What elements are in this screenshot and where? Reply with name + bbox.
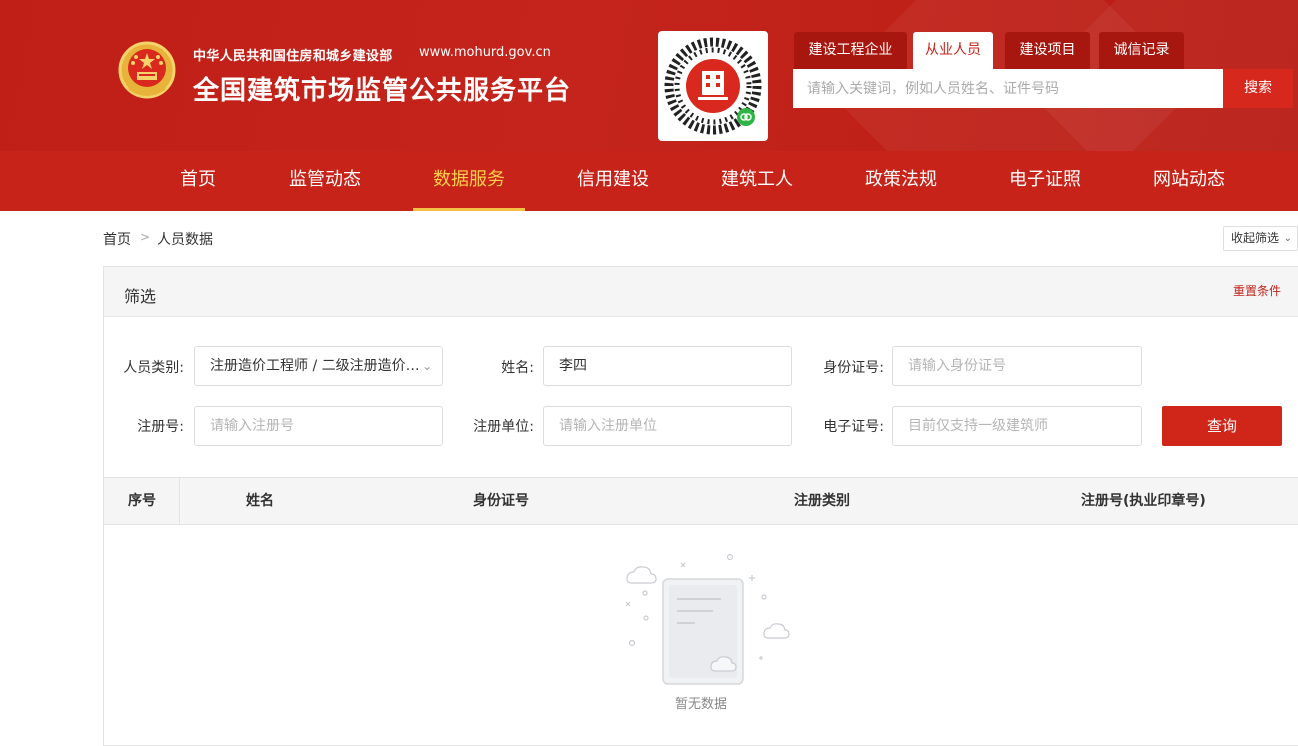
- nav-item-data-service[interactable]: 数据服务: [413, 151, 525, 211]
- search-tab-credit[interactable]: 诚信记录: [1099, 32, 1184, 69]
- nav-item-site-news[interactable]: 网站动态: [1145, 151, 1233, 211]
- reg-number-label: 注册号:: [137, 419, 184, 435]
- filter-title: 筛选: [124, 287, 157, 306]
- column-header-reg-number: 注册号(执业印章号): [1081, 493, 1206, 509]
- column-header-name: 姓名: [246, 493, 274, 509]
- collapse-filter-label: 收起筛选: [1231, 231, 1280, 245]
- query-button[interactable]: 查询: [1162, 406, 1282, 446]
- breadcrumb-home[interactable]: 首页: [103, 229, 131, 249]
- nav-item-credit[interactable]: 信用建设: [569, 151, 657, 211]
- collapse-filter-button[interactable]: 收起筛选 ⌄: [1223, 226, 1298, 251]
- filter-panel-header: 筛选 重置条件: [104, 267, 1298, 317]
- results-table-header: 序号 姓名 身份证号 注册类别 注册号(执业印章号): [104, 477, 1298, 525]
- search-tab-enterprise[interactable]: 建设工程企业: [794, 32, 907, 69]
- category-label: 人员类别:: [123, 360, 184, 376]
- ministry-name: 中华人民共和国住房和城乡建设部: [193, 49, 393, 64]
- nav-item-policy[interactable]: 政策法规: [857, 151, 945, 211]
- mini-program-qr-code: [658, 31, 768, 141]
- category-select[interactable]: 注册造价工程师 / 二级注册造价… ⌄: [194, 346, 443, 386]
- search-tab-personnel[interactable]: 从业人员: [913, 32, 993, 69]
- reg-number-input[interactable]: 请输入注册号: [194, 406, 443, 446]
- nav-item-workers[interactable]: 建筑工人: [713, 151, 801, 211]
- site-title: 全国建筑市场监管公共服务平台: [193, 76, 572, 106]
- filter-panel: 筛选 重置条件 人员类别: 注册造价工程师 / 二级注册造价… ⌄ 姓名: 李四…: [103, 266, 1298, 746]
- name-input[interactable]: 李四: [543, 346, 792, 386]
- nav-item-supervision[interactable]: 监管动态: [281, 151, 369, 211]
- search-button[interactable]: 搜索: [1223, 69, 1293, 108]
- reset-conditions-link[interactable]: 重置条件: [1233, 282, 1281, 299]
- category-select-value: 注册造价工程师 / 二级注册造价…: [210, 358, 420, 374]
- reg-unit-label: 注册单位:: [473, 419, 534, 435]
- nav-item-home[interactable]: 首页: [168, 151, 228, 211]
- keyword-search-input[interactable]: [793, 69, 1223, 108]
- empty-state-illustration: [609, 549, 799, 699]
- reg-unit-input[interactable]: 请输入注册单位: [543, 406, 792, 446]
- id-number-label: 身份证号:: [823, 360, 884, 376]
- empty-state-text: 暂无数据: [675, 697, 728, 712]
- nav-item-e-cert[interactable]: 电子证照: [1001, 151, 1089, 211]
- column-header-id-number: 身份证号: [473, 493, 529, 509]
- site-header: 中华人民共和国住房和城乡建设部 www.mohurd.gov.cn 全国建筑市场…: [0, 0, 1298, 151]
- breadcrumb-separator-icon: >: [140, 230, 151, 244]
- id-number-input[interactable]: 请输入身份证号: [892, 346, 1142, 386]
- e-cert-input[interactable]: 目前仅支持一级建筑师: [892, 406, 1142, 446]
- chevron-down-icon: ⌄: [421, 359, 432, 373]
- column-header-index: 序号: [128, 493, 156, 509]
- national-emblem-icon: [117, 40, 177, 102]
- search-tab-project[interactable]: 建设项目: [1005, 32, 1090, 69]
- column-header-reg-category: 注册类别: [794, 493, 850, 509]
- site-url: www.mohurd.gov.cn: [419, 45, 551, 60]
- chevron-down-icon: ⌄: [1283, 233, 1292, 244]
- e-cert-label: 电子证号:: [823, 419, 884, 435]
- column-divider: [179, 478, 180, 524]
- breadcrumb-current: 人员数据: [157, 232, 213, 248]
- name-label: 姓名:: [501, 360, 534, 376]
- main-nav: 首页 监管动态 数据服务 信用建设 建筑工人 政策法规 电子证照 网站动态: [0, 151, 1298, 211]
